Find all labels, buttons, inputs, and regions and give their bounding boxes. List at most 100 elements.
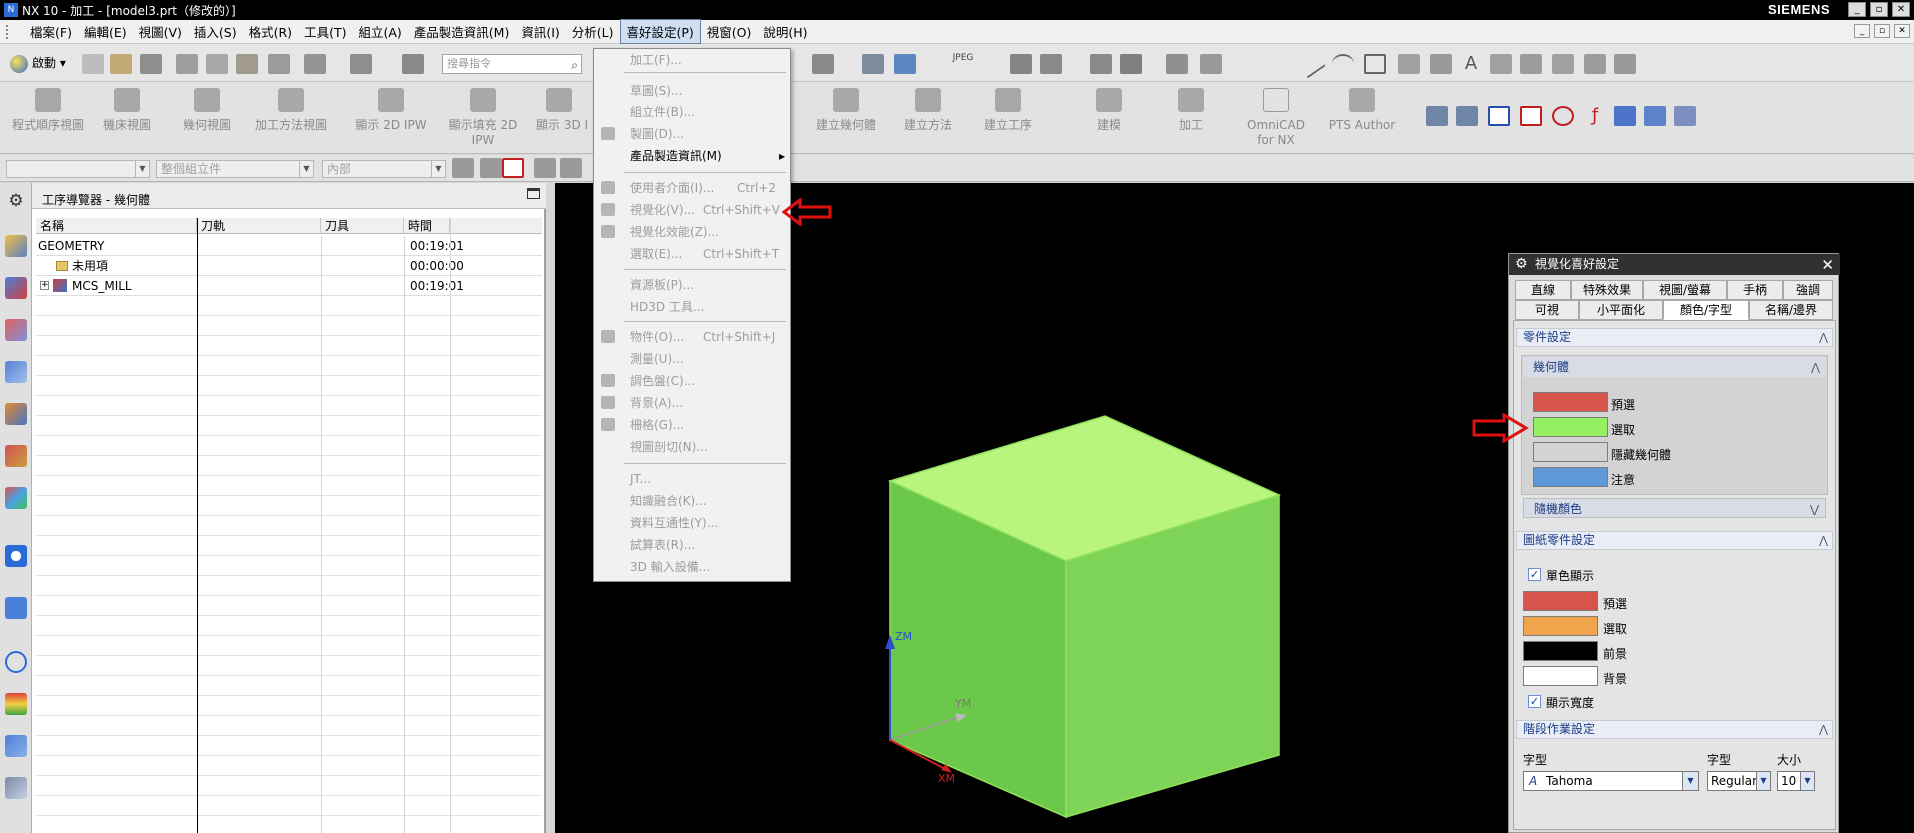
menu-item-jt[interactable]: JT... [595, 469, 789, 489]
column-header-name[interactable]: 名稱 [36, 218, 197, 234]
tab-faceting[interactable]: 小平面化 [1579, 300, 1663, 320]
surface-icon[interactable] [1520, 54, 1542, 74]
arc-icon[interactable] [1332, 54, 1354, 74]
table-row[interactable]: 未用項 00:00:00 [36, 256, 542, 276]
tab-special-effects[interactable]: 特殊效果 [1571, 280, 1643, 300]
sweep-icon[interactable] [1552, 54, 1574, 74]
menu-item-spreadsheet[interactable]: 試算表(R)... [595, 535, 789, 555]
rectangle-icon[interactable] [1364, 54, 1386, 74]
collapse-icon[interactable]: ⋀ [1819, 721, 1828, 738]
start-button[interactable]: 啟動 ▾ [10, 52, 76, 74]
create-geometry-button[interactable]: 建立幾何體 [808, 88, 884, 133]
view-triad-icon[interactable] [894, 54, 916, 74]
menu-item-view-section[interactable]: 視圖剖切(N)... [595, 437, 789, 457]
menu-edit[interactable]: 編輯(E) [78, 20, 133, 43]
operation-navigator-icon[interactable] [5, 403, 27, 425]
show-3d-ipw-button[interactable]: 顯示 3D I [536, 88, 596, 133]
gear-icon[interactable]: ⚙ [5, 191, 27, 213]
snap-point-icon[interactable] [1120, 54, 1142, 74]
mdi-close-icon[interactable]: ✕ [1894, 24, 1910, 38]
section-part-settings[interactable]: 零件設定 ⋀ [1516, 328, 1833, 347]
paste-icon[interactable] [236, 54, 258, 74]
geometry-view-button[interactable]: 幾何視圖 [172, 88, 242, 133]
machining-method-view-button[interactable]: 加工方法視圖 [246, 88, 336, 133]
close-button[interactable]: ✕ [1892, 2, 1910, 17]
program-order-view-button[interactable]: 程式順序視圖 [8, 88, 88, 133]
system-materials-icon[interactable] [5, 693, 27, 715]
font-size-dropdown[interactable]: 10 ▼ [1777, 771, 1815, 791]
drawing-swatch-foreground[interactable] [1523, 641, 1598, 661]
feature-group-icon[interactable] [1644, 106, 1666, 126]
menu-item-selection[interactable]: 選取(E)... Ctrl+Shift+T [595, 244, 789, 264]
color-swatch-selection[interactable] [1533, 417, 1608, 437]
omnicad-button[interactable]: OmniCAD for NX [1238, 88, 1314, 148]
menu-item-hd3d-tools[interactable]: HD3D 工具... [595, 297, 789, 317]
feature-recognition-icon[interactable] [1614, 106, 1636, 126]
menu-tools[interactable]: 工具(T) [298, 20, 352, 43]
show-filled-2d-ipw-button[interactable]: 顯示填充 2D IPW [446, 88, 520, 148]
pts-author-button[interactable]: PTS Author [1322, 88, 1402, 133]
section-drawing-part-settings[interactable]: 圖紙零件設定 ⋀ [1516, 531, 1833, 550]
show-width-checkbox[interactable]: ✓ [1528, 695, 1541, 708]
history-icon[interactable] [5, 545, 27, 567]
menu-format[interactable]: 格式(R) [243, 20, 298, 43]
path-display-icon[interactable] [1488, 106, 1510, 126]
tab-visible[interactable]: 可視 [1515, 300, 1579, 320]
menu-preferences[interactable]: 喜好設定(P) [619, 19, 701, 44]
cut-icon[interactable] [176, 54, 198, 74]
feature-process-icon[interactable] [1674, 106, 1696, 126]
menu-item-assembly[interactable]: 組立件(B)... [595, 102, 789, 122]
tab-lines[interactable]: 直線 [1515, 280, 1571, 300]
menu-insert[interactable]: 插入(S) [188, 20, 243, 43]
reuse-library-icon[interactable] [5, 361, 27, 383]
selection-filter-icon[interactable] [1090, 54, 1112, 74]
restore-button[interactable]: ▫ [1870, 2, 1888, 17]
menu-item-user-interface[interactable]: 使用者介面(I)... Ctrl+2 [595, 178, 789, 198]
create-method-button[interactable]: 建立方法 [890, 88, 966, 133]
spline-icon[interactable] [1398, 54, 1420, 74]
column-header-tool[interactable]: 刀具 [321, 218, 404, 234]
new-file-icon[interactable] [82, 54, 104, 74]
touch-mode-icon[interactable] [402, 54, 424, 74]
table-row[interactable]: GEOMETRY 00:19:01 [36, 236, 542, 256]
menu-item-resource-bar[interactable]: 資源板(P)... [595, 275, 789, 295]
palette-icon[interactable] [5, 487, 27, 509]
bookmark-icon[interactable] [1426, 106, 1448, 126]
mdi-restore-icon[interactable]: ▫ [1874, 24, 1890, 38]
menu-file[interactable]: 檔案(F) [24, 20, 78, 43]
open-folder-icon[interactable] [110, 54, 132, 74]
hd3d-tools-icon[interactable] [5, 777, 27, 799]
menu-view[interactable]: 視圖(V) [133, 20, 188, 43]
web-browser-icon[interactable] [5, 597, 27, 619]
command-search-input[interactable]: 搜尋指令 ⌕ [442, 54, 582, 74]
section-geometry[interactable]: 幾何體 ⋀ [1523, 357, 1826, 377]
tab-handles[interactable]: 手柄 [1727, 280, 1783, 300]
selection-red-icon[interactable] [502, 158, 524, 178]
offset-curve-icon[interactable] [1490, 54, 1512, 74]
jpeg-export-button[interactable]: JPEG [946, 52, 980, 76]
color-swatch-attention[interactable] [1533, 467, 1608, 487]
scope-filter-dropdown[interactable]: 整個組立件 ▼ [156, 160, 314, 178]
text-icon[interactable]: A [1460, 54, 1482, 74]
table-row[interactable]: + MCS_MILL 00:19:01 [36, 276, 542, 296]
section-session-settings[interactable]: 階段作業設定 ⋀ [1516, 720, 1833, 739]
inner-filter-dropdown[interactable]: 內部 ▼ [322, 160, 446, 178]
menu-item-sketch[interactable]: 草圖(S)... [595, 81, 789, 101]
drawing-swatch-background[interactable] [1523, 666, 1598, 686]
measure-distance-icon[interactable] [1166, 54, 1188, 74]
render-style-icon[interactable] [812, 54, 834, 74]
save-icon[interactable] [140, 54, 162, 74]
close-icon[interactable]: ✕ [1821, 255, 1834, 276]
roles-icon[interactable] [5, 735, 27, 757]
menu-item-drafting[interactable]: 製圖(D)... [595, 124, 789, 144]
font-style-dropdown[interactable]: Regular ▼ [1707, 771, 1771, 791]
type-filter-dropdown[interactable]: ▼ [6, 160, 150, 178]
assembly-navigator-icon[interactable] [5, 235, 27, 257]
menu-item-visualization-performance[interactable]: 視覺化效能(Z)... [595, 222, 789, 242]
collapse-icon[interactable]: ⋀ [1819, 532, 1828, 549]
menu-item-visualization[interactable]: 視覺化(V)... Ctrl+Shift+V [595, 200, 789, 220]
drawing-swatch-selection[interactable] [1523, 616, 1598, 636]
machine-navigator-icon[interactable] [5, 445, 27, 467]
manufacturing-button[interactable]: 加工 [1156, 88, 1226, 133]
curve-function-icon[interactable]: ƒ [1584, 106, 1606, 126]
